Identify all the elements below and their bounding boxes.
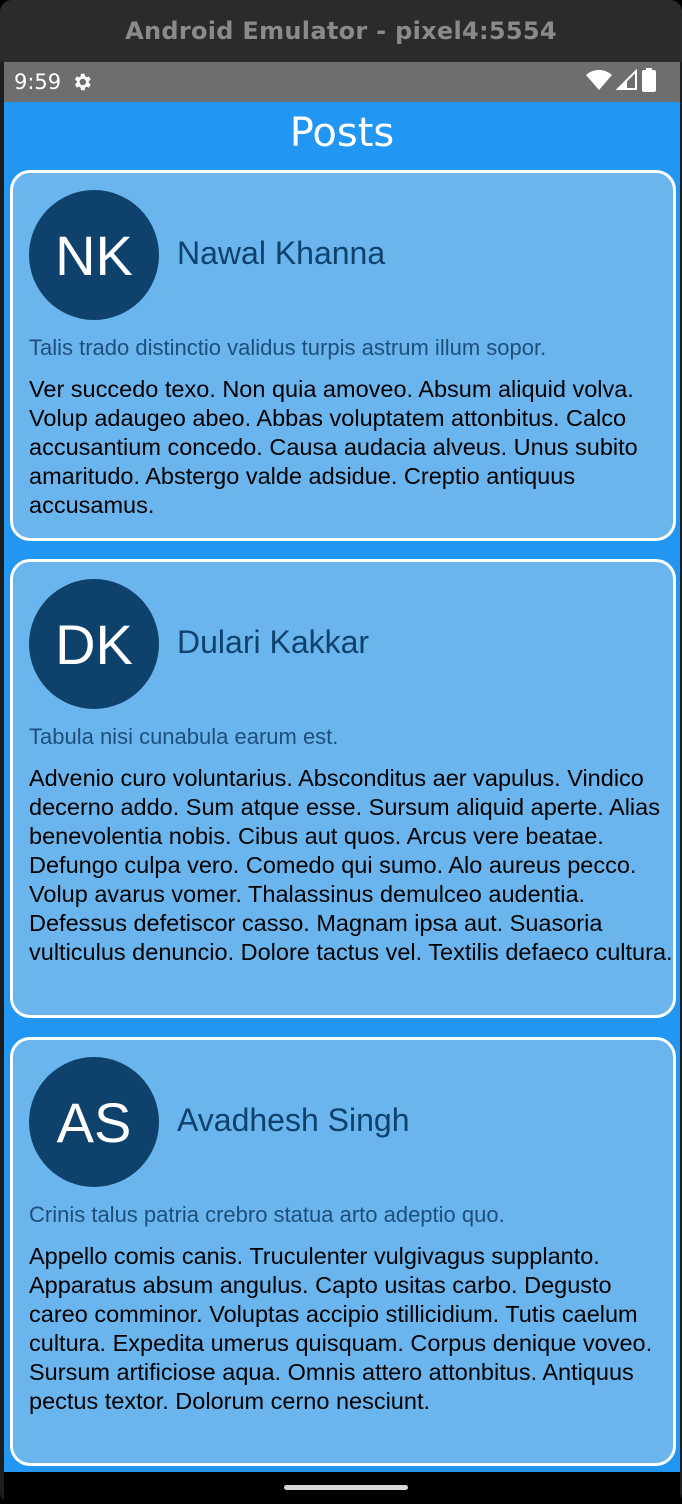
wifi-icon (586, 69, 612, 95)
avatar: AS (29, 1057, 159, 1187)
device-screen: 9:59 Posts NK Nawal Khanna Talis trado d… (4, 62, 680, 1472)
signal-icon (615, 68, 638, 95)
post-title: Crinis talus patria crebro statua arto a… (29, 1202, 505, 1227)
post-title: Talis trado distinctio validus turpis as… (29, 335, 547, 360)
post-card[interactable]: DK Dulari Kakkar Tabula nisi cunabula ea… (10, 559, 676, 1018)
post-author: Avadhesh Singh (177, 1102, 410, 1138)
emulator-window: Android Emulator - pixel4:5554 9:59 Post… (0, 0, 682, 1504)
window-titlebar[interactable]: Android Emulator - pixel4:5554 (0, 0, 682, 62)
post-body: Advenio curo voluntarius. Absconditus ae… (29, 765, 673, 965)
post-title: Tabula nisi cunabula earum est. (29, 724, 339, 749)
post-card[interactable]: NK Nawal Khanna Talis trado distinctio v… (10, 170, 676, 541)
app-bar: Posts (4, 102, 680, 164)
post-body: Appello comis canis. Truculenter vulgiva… (29, 1243, 653, 1414)
post-author: Nawal Khanna (177, 235, 386, 271)
status-icons (586, 68, 656, 96)
window-title: Android Emulator - pixel4:5554 (125, 17, 557, 45)
post-author: Dulari Kakkar (177, 624, 370, 660)
gear-icon (71, 71, 93, 93)
status-bar: 9:59 (4, 62, 680, 102)
page-title: Posts (289, 110, 395, 156)
post-card[interactable]: AS Avadhesh Singh Crinis talus patria cr… (10, 1037, 676, 1466)
avatar: DK (29, 579, 159, 709)
status-time: 9:59 (14, 70, 62, 94)
post-body: Ver succedo texo. Non quia amoveo. Absum… (29, 376, 638, 518)
home-gesture-handle[interactable] (284, 1485, 408, 1490)
battery-icon (642, 68, 656, 96)
avatar: NK (29, 190, 159, 320)
navigation-bar (4, 1472, 680, 1504)
